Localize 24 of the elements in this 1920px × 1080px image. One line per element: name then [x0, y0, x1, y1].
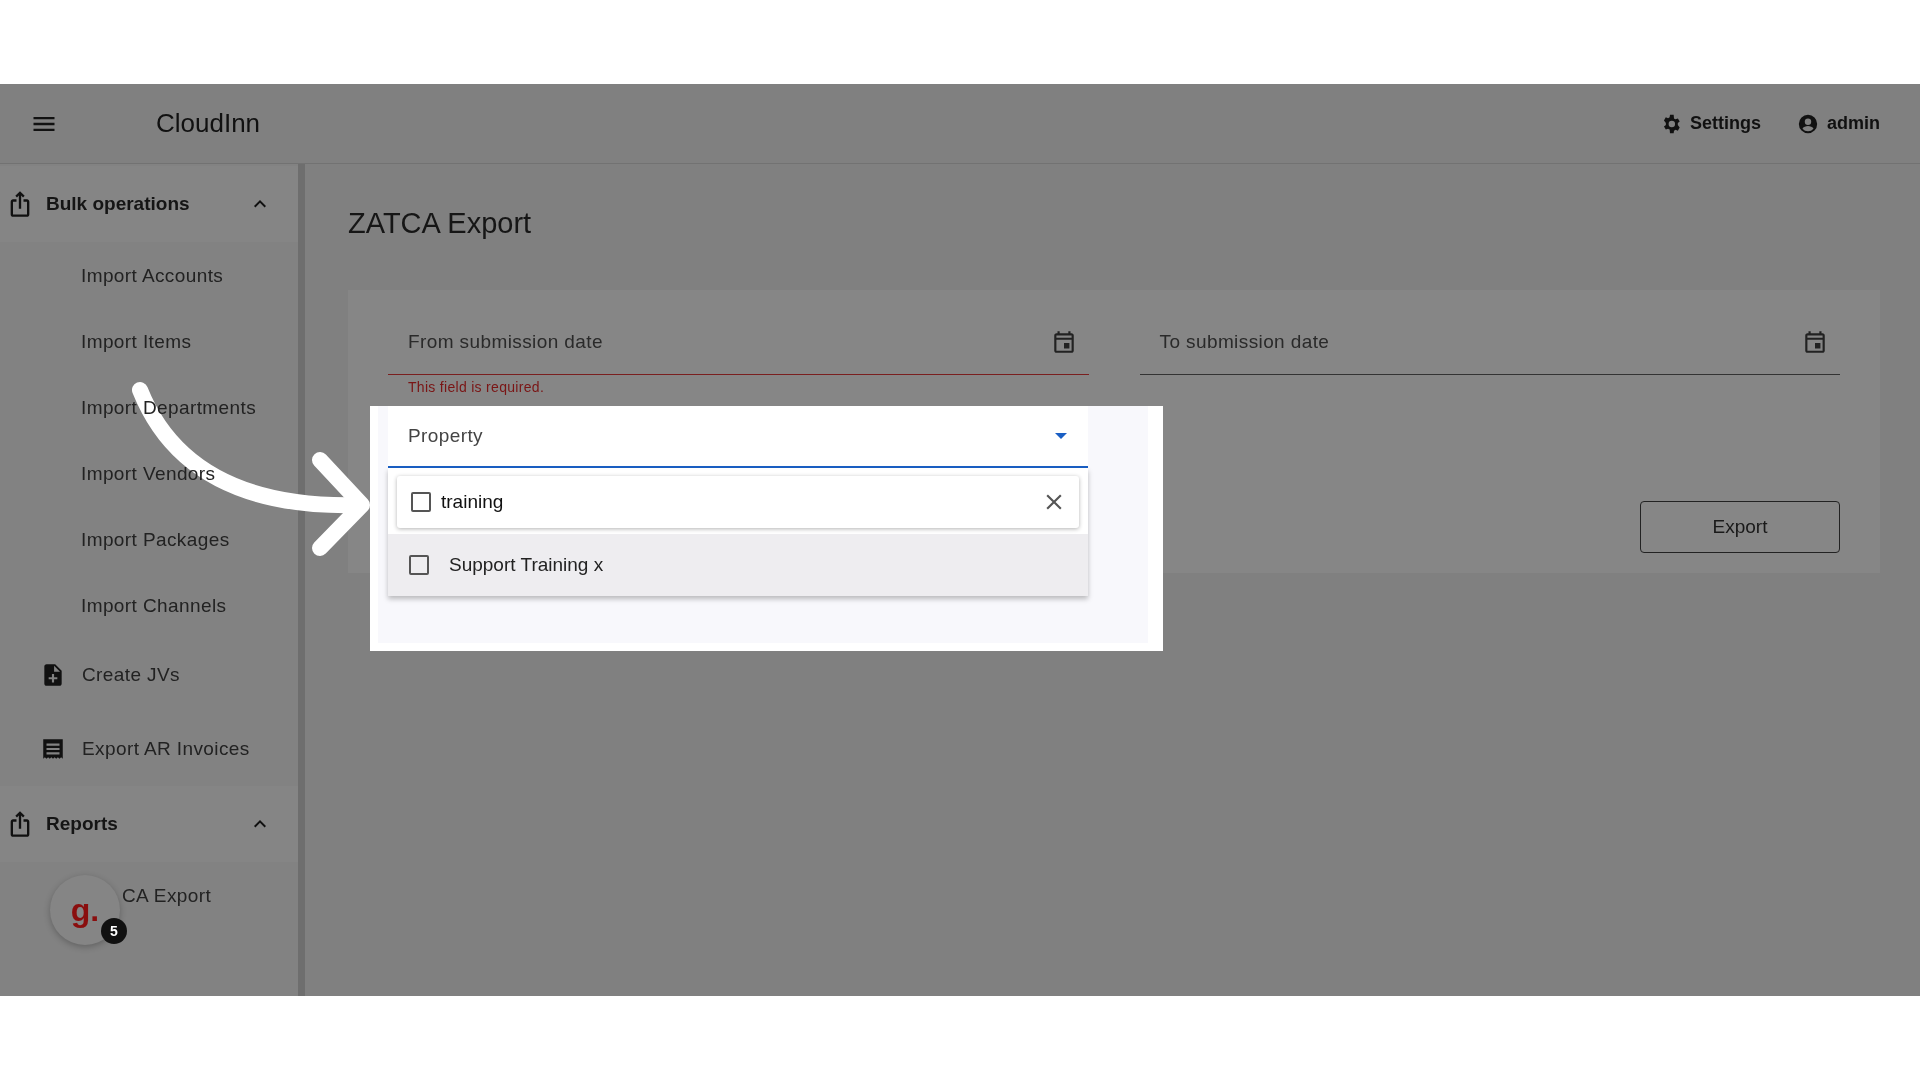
page-title: ZATCA Export	[348, 206, 533, 241]
to-date-field[interactable]: To submission date	[1139, 310, 1840, 375]
property-select[interactable]: Property	[388, 406, 1088, 468]
settings-link[interactable]: Settings	[1659, 112, 1761, 135]
sidebar-item[interactable]: CA Export	[122, 879, 212, 911]
sidebar-item[interactable]: Import Channels	[81, 589, 227, 621]
export-button[interactable]: Export	[1640, 501, 1840, 553]
user-icon	[1797, 112, 1819, 135]
sidebar-item[interactable]: Export AR Invoices	[0, 712, 298, 786]
checkbox[interactable]	[411, 492, 431, 512]
checkbox[interactable]	[409, 555, 429, 575]
app-title: CloudInn	[156, 108, 262, 139]
user-menu[interactable]: admin	[1797, 112, 1880, 135]
from-date-field[interactable]: From submission date	[388, 310, 1089, 375]
dropdown-caret-icon	[1054, 432, 1068, 440]
dropdown-option[interactable]: Support Training x	[388, 534, 1088, 596]
receipt-icon	[40, 736, 66, 762]
sidebar-item[interactable]: Import Packages	[81, 523, 230, 555]
search-field[interactable]: training	[439, 490, 1033, 514]
error-message: This field is required.	[407, 378, 546, 397]
sidebar-item[interactable]: Create JVs	[0, 638, 298, 712]
sidebar-item[interactable]: Import Accounts	[81, 259, 224, 291]
sidebar-item[interactable]: Import Items	[81, 325, 192, 357]
calendar-icon[interactable]	[1802, 329, 1828, 355]
